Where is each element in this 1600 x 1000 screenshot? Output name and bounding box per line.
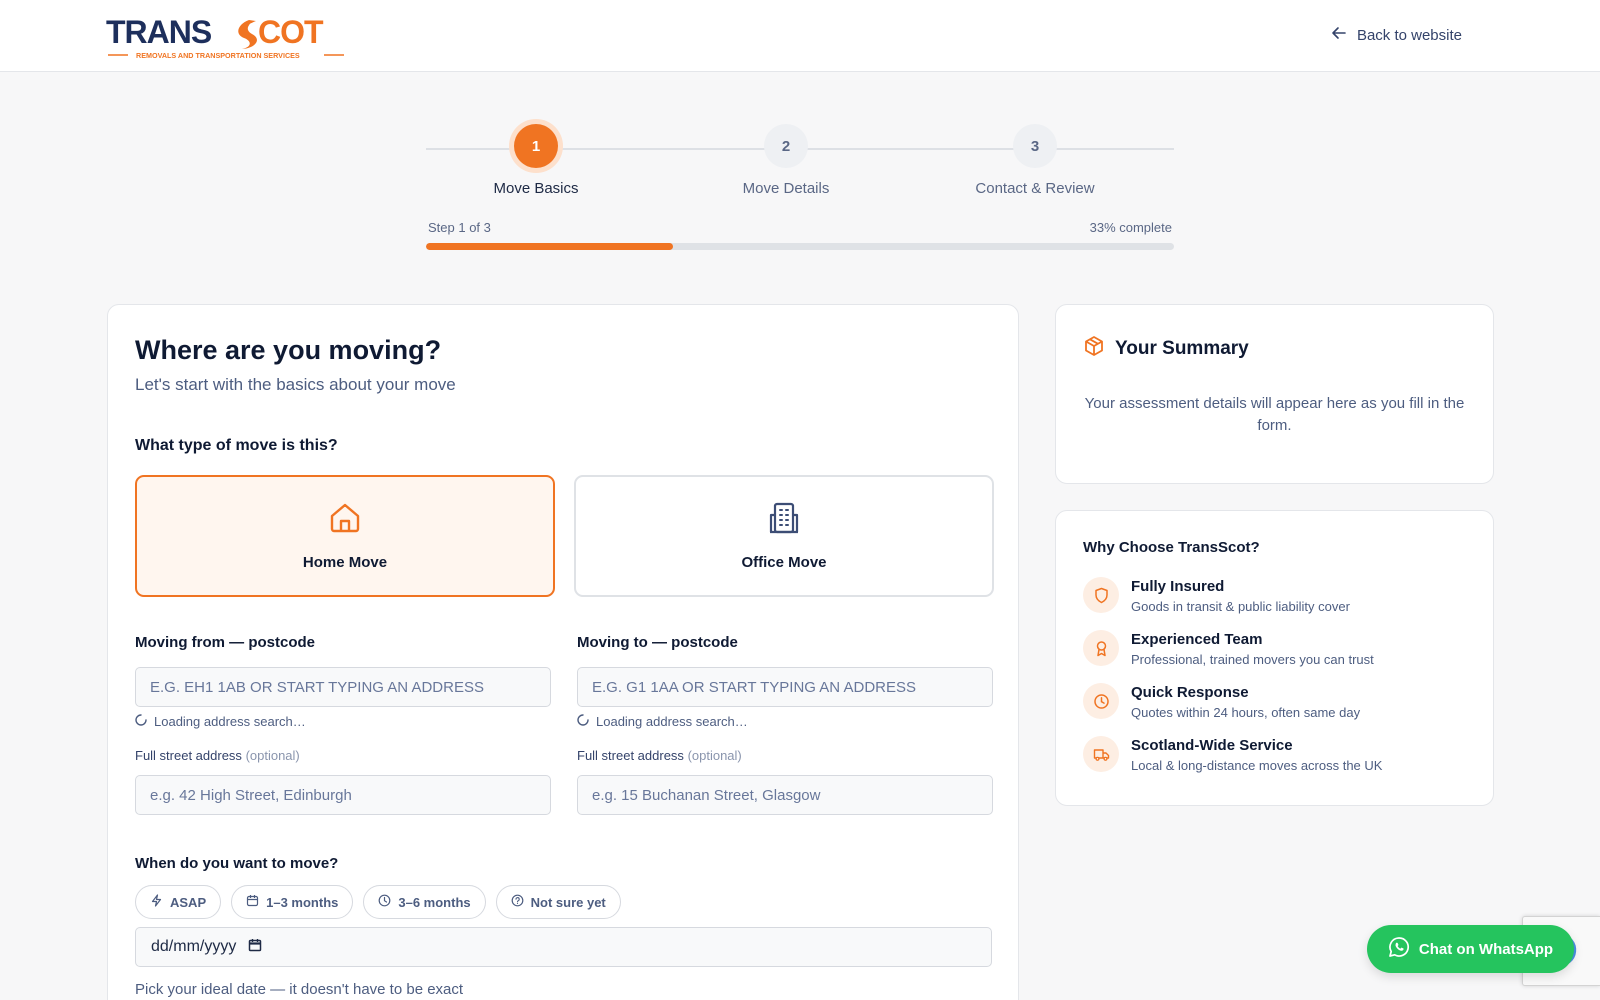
step-counter: Step 1 of 3 [428,220,491,235]
date-hint: Pick your ideal date — it doesn't have t… [135,981,464,998]
svg-text:TRANS: TRANS [106,14,212,50]
form-subtitle: Let's start with the basics about your m… [135,375,456,394]
why-item-response-text: Quick Response Quotes within 24 hours, o… [1131,683,1360,720]
moving-from-street-input[interactable] [135,775,551,815]
transcot-logo[interactable]: TRANS COT REMOVALS AND TRANSPORTATION SE… [106,12,356,60]
site-header: TRANS COT REMOVALS AND TRANSPORTATION SE… [0,0,1600,72]
moving-to-street-input[interactable] [577,775,993,815]
step-number-2: 2 [764,124,808,168]
summary-card: Your Summary Your assessment details wil… [1055,304,1494,484]
step-move-basics[interactable]: 1 Move Basics [426,124,646,197]
why-item-desc: Professional, trained movers you can tru… [1131,652,1374,667]
arrow-left-icon [1331,25,1347,45]
office-move-label: Office Move [741,554,827,571]
why-item-title: Experienced Team [1131,631,1263,648]
whatsapp-chat-button[interactable]: Chat on WhatsApp [1367,925,1574,973]
why-item-team-text: Experienced Team Professional, trained m… [1131,630,1374,667]
summary-header: Your Summary [1083,335,1249,362]
home-move-label: Home Move [302,554,388,571]
lightning-icon [150,894,163,910]
svg-text:REMOVALS AND TRANSPORTATION SE: REMOVALS AND TRANSPORTATION SERVICES [136,51,300,60]
svg-text:COT: COT [258,14,324,50]
from-street-label-text: Full street address [135,748,242,763]
clock-icon [378,894,391,910]
summary-title: Your Summary [1115,337,1249,359]
back-to-website-link[interactable]: Back to website [1331,24,1462,46]
back-link-label: Back to website [1356,26,1462,44]
whatsapp-label: Chat on WhatsApp [1418,940,1554,958]
why-choose-title: Why Choose TransScot? [1083,539,1260,556]
chip-3-6-months[interactable]: 3–6 months [363,885,486,919]
why-item-insured-text: Fully Insured Goods in transit & public … [1131,577,1350,614]
why-item-title: Quick Response [1131,684,1249,701]
shield-icon [1083,577,1119,613]
step-contact-review[interactable]: 3 Contact & Review [925,124,1145,197]
why-item-insured: Fully Insured Goods in transit & public … [1083,577,1350,614]
step-number-1: 1 [514,124,558,168]
moving-from-label: Moving from — postcode [135,634,315,651]
chip-not-sure[interactable]: Not sure yet [495,885,621,919]
to-street-optional: (optional) [687,748,742,763]
building-icon [767,501,801,540]
moving-to-label: Moving to — postcode [577,634,738,651]
move-type-question: What type of move is this? [135,437,338,454]
progress-bar-fill [426,243,673,250]
office-move-option[interactable]: Office Move [574,475,994,597]
why-item-desc: Local & long-distance moves across the U… [1131,758,1383,773]
moving-from-postcode-input[interactable] [135,667,551,707]
step-move-details[interactable]: 2 Move Details [676,124,896,197]
to-loading-status: Loading address search… [577,714,748,729]
progress-meta: Step 1 of 3 33% complete [428,220,1172,235]
why-item-response: Quick Response Quotes within 24 hours, o… [1083,683,1360,720]
from-loading-status: Loading address search… [135,714,306,729]
chip-3-6-label: 3–6 months [398,894,471,910]
why-item-scotland: Scotland-Wide Service Local & long-dista… [1083,736,1382,773]
package-icon [1083,335,1105,362]
date-placeholder: dd/mm/yyyy [151,938,237,955]
timing-chips: ASAP 1–3 months 3–6 months Not sure yet [135,885,621,919]
why-choose-card: Why Choose TransScot? Fully Insured Good… [1055,510,1494,806]
step-label-1: Move Basics [493,180,579,197]
why-item-team: Experienced Team Professional, trained m… [1083,630,1374,667]
truck-icon [1083,736,1119,772]
why-item-title: Scotland-Wide Service [1131,737,1293,754]
spinner-icon [577,714,589,729]
chip-1-3-label: 1–3 months [266,894,339,910]
move-date-input[interactable]: dd/mm/yyyy [135,927,992,967]
why-item-title: Fully Insured [1131,578,1225,595]
to-street-label-text: Full street address [577,748,684,763]
to-loading-text: Loading address search… [596,714,748,729]
why-item-desc: Goods in transit & public liability cove… [1131,599,1350,614]
chip-asap[interactable]: ASAP [135,885,222,919]
house-icon [328,501,362,540]
chip-asap-label: ASAP [170,894,207,910]
progress-bar [426,243,1174,250]
moving-to-postcode-input[interactable] [577,667,993,707]
from-loading-text: Loading address search… [154,714,306,729]
calendar-picker-icon[interactable] [248,938,262,957]
chip-not-sure-label: Not sure yet [530,894,606,910]
progress-stepper: 1 Move Basics 2 Move Details 3 Contact &… [426,120,1174,260]
chip-1-3-months[interactable]: 1–3 months [231,885,354,919]
why-item-scotland-text: Scotland-Wide Service Local & long-dista… [1131,736,1382,773]
step-label-3: Contact & Review [975,180,1095,197]
from-street-optional: (optional) [245,748,300,763]
form-title: Where are you moving? [135,335,442,365]
step-label-2: Move Details [742,180,830,197]
whatsapp-icon [1388,936,1410,962]
why-item-desc: Quotes within 24 hours, often same day [1131,705,1361,720]
calendar-icon [246,894,259,910]
question-icon [511,894,524,910]
summary-placeholder-text: Your assessment details will appear here… [1084,395,1465,434]
to-street-label: Full street address (optional) [577,748,742,763]
spinner-icon [135,714,147,729]
when-question: When do you want to move? [135,855,339,872]
home-move-option[interactable]: Home Move [135,475,555,597]
from-street-label: Full street address (optional) [135,748,300,763]
move-basics-form: Where are you moving? Let's start with t… [107,304,1019,1000]
percent-complete: 33% complete [1089,220,1172,235]
step-number-3: 3 [1013,124,1057,168]
clock-icon [1083,683,1119,719]
award-icon [1083,630,1119,666]
